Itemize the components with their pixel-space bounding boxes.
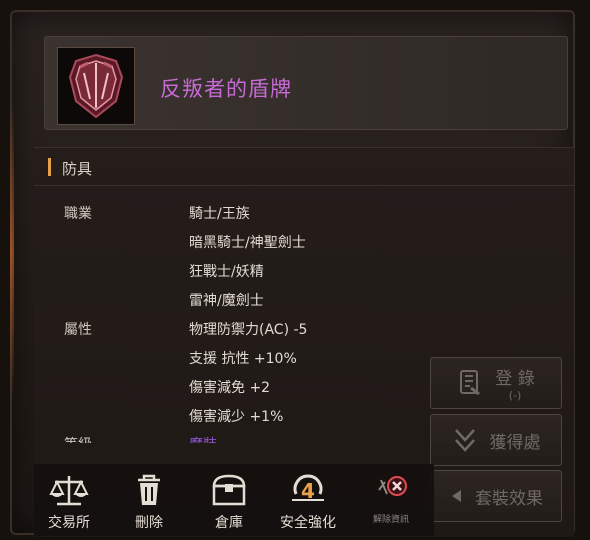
attribute-value: 物理防禦力(AC) -5	[189, 322, 308, 338]
class-value: 騎士/王族	[189, 206, 250, 222]
attribute-value: 支援 抗性 +10%	[189, 351, 297, 367]
obtain-button[interactable]: 獲得處	[430, 414, 562, 466]
register-button[interactable]: 登 錄 (-)	[430, 357, 562, 409]
delete-button[interactable]: 刪除	[114, 472, 184, 532]
disable-info-button[interactable]: 解除資訊	[356, 472, 426, 525]
category-label: 防具	[62, 160, 93, 178]
enhance-icon: 4	[292, 474, 324, 503]
card-icon	[460, 370, 481, 396]
item-header: 反叛者的盾牌	[44, 36, 568, 130]
category-accent	[48, 158, 51, 176]
item-icon	[57, 47, 135, 125]
location-icon	[454, 429, 475, 452]
class-label: 職業	[64, 206, 92, 222]
set-effect-button[interactable]: 套裝效果	[430, 470, 562, 522]
safe-enhance-label: 安全強化	[280, 515, 336, 531]
class-value: 暗黑騎士/神聖劍士	[189, 235, 306, 251]
disable-icon	[378, 476, 407, 496]
category-header: 防具	[34, 150, 574, 186]
set-effect-label: 套裝效果	[475, 488, 543, 509]
storage-button[interactable]: 倉庫	[194, 472, 264, 532]
safe-enhance-button[interactable]: 4 安全強化	[268, 472, 348, 532]
shield-icon	[68, 53, 124, 119]
chest-icon	[212, 474, 246, 506]
attribute-value: 傷害減少 +1%	[189, 409, 284, 425]
attribute-label: 屬性	[64, 322, 92, 338]
delete-label: 刪除	[135, 515, 163, 531]
partial-label: 等級	[64, 434, 92, 443]
class-value: 雷神/魔劍士	[189, 293, 264, 309]
enhance-count: 4	[301, 479, 315, 503]
trade-label: 交易所	[48, 515, 90, 531]
scales-icon	[49, 476, 89, 506]
disable-info-label: 解除資訊	[372, 515, 409, 525]
item-name: 反叛者的盾牌	[160, 77, 292, 101]
obtain-label: 獲得處	[489, 432, 541, 453]
class-value: 狂戰士/妖精	[189, 264, 264, 280]
register-label: 登 錄	[495, 369, 535, 389]
attribute-value: 傷害減免 +2	[189, 380, 271, 396]
storage-label: 倉庫	[215, 515, 243, 531]
item-detail-window: 反叛者的盾牌 防具 職業 騎士/王族 暗黑騎士/神聖劍士 狂戰士/妖精 雷神/魔…	[10, 10, 575, 537]
trade-button[interactable]: 交易所	[34, 472, 104, 532]
partial-value: 魔裝	[189, 434, 217, 443]
action-bar: 交易所 刪除 倉庫 4 安全強化 解除資訊	[34, 464, 434, 536]
trash-icon	[138, 474, 160, 505]
arrow-left-icon	[452, 490, 461, 502]
register-count: (-)	[508, 389, 522, 402]
